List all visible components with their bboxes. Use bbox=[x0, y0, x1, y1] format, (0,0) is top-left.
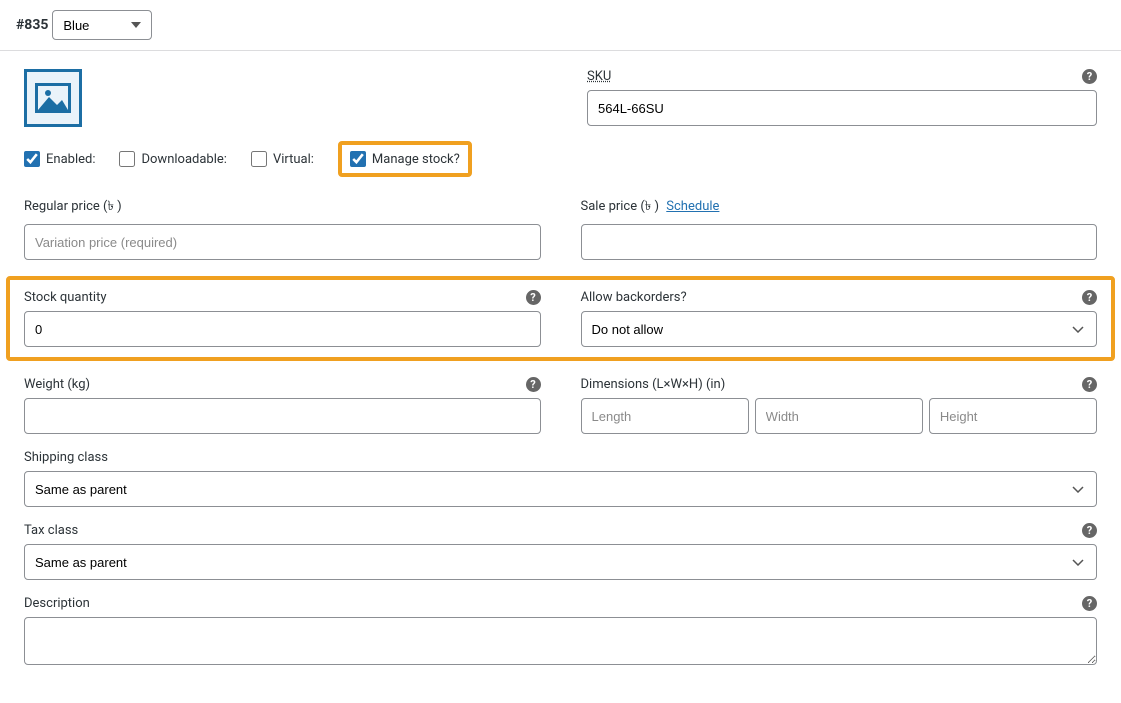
stock-quantity-input[interactable] bbox=[24, 311, 541, 347]
manage-stock-checkbox[interactable] bbox=[350, 151, 366, 167]
variation-header: #835 Blue bbox=[0, 0, 1121, 51]
length-input[interactable] bbox=[581, 398, 749, 434]
downloadable-label: Downloadable: bbox=[141, 152, 226, 167]
manage-stock-checkbox-wrap[interactable]: Manage stock? bbox=[350, 151, 460, 167]
description-label: Description bbox=[24, 596, 90, 611]
tax-class-label: Tax class bbox=[24, 523, 78, 538]
help-icon[interactable]: ? bbox=[526, 377, 541, 392]
options-row: Enabled: Downloadable: Virtual: Manage s… bbox=[24, 141, 1097, 187]
stock-highlight: Stock quantity ? Allow backorders? ? Do … bbox=[6, 276, 1115, 361]
help-icon[interactable]: ? bbox=[1082, 377, 1097, 392]
variation-body: SKU ? Enabled: Downloadable: Virtual: bbox=[0, 51, 1121, 703]
virtual-checkbox[interactable] bbox=[251, 151, 267, 167]
shipping-class-select[interactable]: Same as parent bbox=[24, 471, 1097, 507]
dimensions-label: Dimensions (L×W×H) (in) bbox=[581, 377, 726, 392]
sale-price-input[interactable] bbox=[581, 224, 1098, 260]
enabled-checkbox[interactable] bbox=[24, 151, 40, 167]
variation-id: #835 bbox=[16, 17, 48, 33]
schedule-link[interactable]: Schedule bbox=[666, 199, 719, 214]
image-icon bbox=[35, 83, 71, 113]
help-icon[interactable]: ? bbox=[1082, 523, 1097, 538]
width-input[interactable] bbox=[755, 398, 923, 434]
height-input[interactable] bbox=[929, 398, 1097, 434]
manage-stock-label: Manage stock? bbox=[372, 152, 460, 167]
enabled-label: Enabled: bbox=[46, 152, 95, 167]
description-textarea[interactable] bbox=[24, 617, 1097, 665]
regular-price-label: Regular price (৳ ) bbox=[24, 197, 541, 218]
sku-input[interactable] bbox=[587, 90, 1097, 126]
regular-price-input[interactable] bbox=[24, 224, 541, 260]
help-icon[interactable]: ? bbox=[1082, 69, 1097, 84]
weight-label: Weight (kg) bbox=[24, 377, 90, 392]
downloadable-checkbox[interactable] bbox=[119, 151, 135, 167]
shipping-class-label: Shipping class bbox=[24, 450, 1097, 465]
virtual-label: Virtual: bbox=[273, 152, 314, 167]
virtual-checkbox-wrap[interactable]: Virtual: bbox=[251, 151, 314, 167]
sku-label: SKU bbox=[587, 69, 611, 84]
attribute-select[interactable]: Blue bbox=[52, 10, 152, 40]
sale-price-label: Sale price (৳ ) bbox=[581, 199, 660, 214]
weight-input[interactable] bbox=[24, 398, 541, 434]
enabled-checkbox-wrap[interactable]: Enabled: bbox=[24, 151, 95, 167]
manage-stock-highlight: Manage stock? bbox=[338, 141, 472, 177]
variation-panel: #835 Blue SKU ? bbox=[0, 0, 1121, 703]
stock-quantity-label: Stock quantity bbox=[24, 290, 107, 305]
variation-image-placeholder[interactable] bbox=[24, 69, 82, 127]
allow-backorders-label: Allow backorders? bbox=[581, 290, 687, 305]
help-icon[interactable]: ? bbox=[1082, 596, 1097, 611]
tax-class-select[interactable]: Same as parent bbox=[24, 544, 1097, 580]
sale-price-label-row: Sale price (৳ ) Schedule bbox=[581, 197, 1098, 218]
help-icon[interactable]: ? bbox=[526, 290, 541, 305]
allow-backorders-select[interactable]: Do not allow bbox=[581, 311, 1098, 347]
downloadable-checkbox-wrap[interactable]: Downloadable: bbox=[119, 151, 226, 167]
help-icon[interactable]: ? bbox=[1082, 290, 1097, 305]
